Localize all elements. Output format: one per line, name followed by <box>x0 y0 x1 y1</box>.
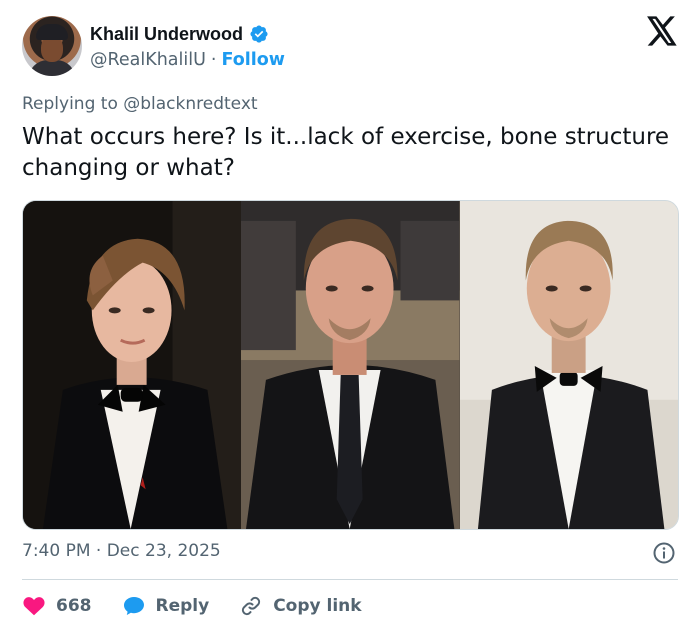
author-name-row: Khalil Underwood <box>90 22 269 46</box>
media-grid[interactable] <box>22 200 679 530</box>
avatar-cap <box>36 24 68 40</box>
tweet-date: Dec 23, 2025 <box>106 541 221 561</box>
meta-separator: · <box>95 541 102 561</box>
author-name[interactable]: Khalil Underwood <box>90 24 243 45</box>
tweet-time: 7:40 PM <box>22 541 91 561</box>
photo-1[interactable] <box>23 201 242 529</box>
reply-prefix: Replying to <box>22 94 118 114</box>
copy-link-label: Copy link <box>273 596 362 616</box>
reply-bubble-icon <box>123 597 144 615</box>
x-logo-icon[interactable] <box>646 16 678 46</box>
heart-icon <box>23 597 45 616</box>
author-handle[interactable]: @RealKhalilU <box>90 50 206 70</box>
like-count: 668 <box>56 596 92 616</box>
photo-2[interactable] <box>241 201 460 529</box>
tweet-embed-card: Khalil Underwood @RealKhalilU · Follow R… <box>0 0 700 632</box>
divider <box>22 579 678 580</box>
reply-context: Replying to @blacknredtext <box>22 94 258 114</box>
copy-link-button[interactable]: Copy link <box>239 594 362 618</box>
follow-button[interactable]: Follow <box>222 50 285 70</box>
handle-separator: · <box>210 50 217 70</box>
tweet-text: What occurs here? Is it...lack of exerci… <box>22 124 670 181</box>
timestamp-link[interactable]: 7:40 PM · Dec 23, 2025 <box>22 541 221 561</box>
photo-3[interactable] <box>459 201 678 529</box>
avatar-shirt <box>28 60 76 76</box>
info-icon[interactable] <box>652 541 676 565</box>
author-handle-row: @RealKhalilU · Follow <box>90 48 285 72</box>
link-icon <box>242 596 261 616</box>
reply-label: Reply <box>155 596 210 616</box>
verified-badge-icon <box>249 24 269 44</box>
reply-target-link[interactable]: @blacknredtext <box>123 94 257 114</box>
tweet-header: Khalil Underwood @RealKhalilU · Follow <box>22 16 678 78</box>
action-bar: 668 Reply Copy link <box>22 590 362 622</box>
author-avatar[interactable] <box>22 16 82 76</box>
like-button[interactable]: 668 <box>22 594 92 618</box>
reply-button[interactable]: Reply <box>122 594 210 618</box>
tweet-meta: 7:40 PM · Dec 23, 2025 <box>22 541 678 567</box>
